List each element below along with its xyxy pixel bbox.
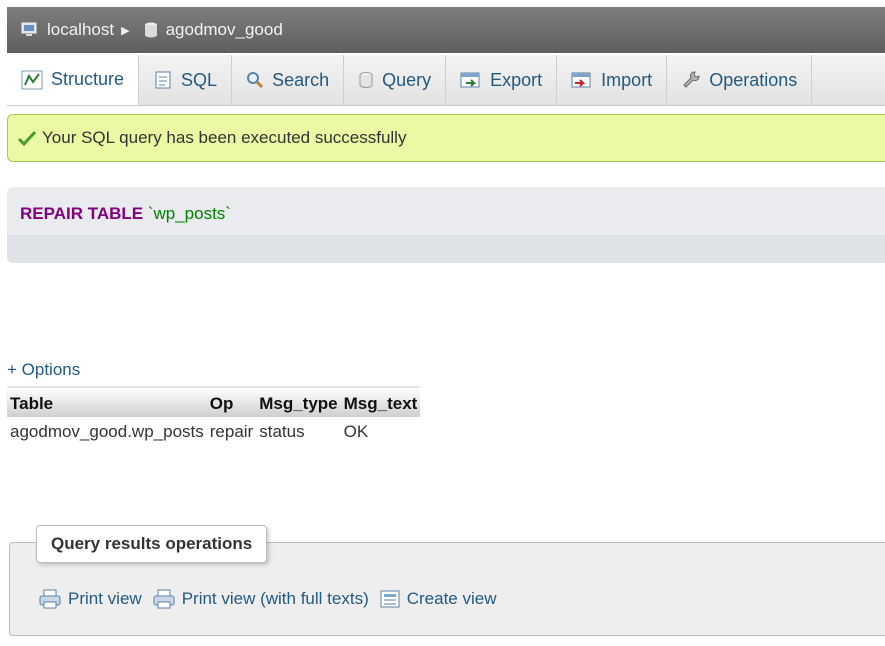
sql-query-box: REPAIR TABLE `wp_posts` (7, 187, 885, 263)
printer-icon (38, 588, 62, 610)
structure-icon (21, 70, 43, 90)
tab-sql-label: SQL (181, 69, 218, 90)
cell-msg-type: status (259, 422, 305, 441)
query-results-actions: Print view Print view (with full texts) … (38, 588, 507, 610)
column-header-table[interactable]: Table (7, 386, 207, 417)
tab-structure-label: Structure (51, 69, 125, 89)
column-header-msg-text[interactable]: Msg_text (340, 386, 421, 417)
tab-import[interactable]: Import (557, 55, 668, 105)
create-view-icon (379, 589, 401, 609)
tab-import-label: Import (601, 69, 653, 90)
create-view-label: Create view (406, 589, 497, 608)
print-view-label: Print view (68, 589, 142, 608)
wrench-icon (681, 70, 701, 90)
breadcrumb-server[interactable]: localhost ▶ (21, 20, 130, 40)
print-view-full-texts-label: Print view (with full texts) (181, 589, 369, 608)
query-icon (358, 71, 374, 89)
checkmark-icon (18, 130, 36, 146)
cell-msg-text: OK (343, 422, 369, 441)
tab-search[interactable]: Search (232, 55, 345, 105)
tab-search-label: Search (272, 69, 330, 90)
tab-query[interactable]: Query (344, 55, 447, 105)
tab-structure[interactable]: Structure (7, 55, 140, 105)
sql-icon (153, 70, 173, 90)
server-icon (21, 22, 39, 38)
breadcrumb-separator-icon: ▶ (121, 24, 130, 37)
print-view-link[interactable]: Print view (38, 588, 142, 610)
breadcrumb: localhost ▶ agodmov_good (7, 7, 885, 53)
results-header-row: Table Op Msg_type Msg_text (7, 386, 421, 417)
search-icon (246, 71, 264, 89)
column-header-op[interactable]: Op (206, 386, 257, 417)
cell-table: agodmov_good.wp_posts (10, 422, 204, 441)
sql-query-text: REPAIR TABLE `wp_posts` (20, 204, 231, 224)
tab-export[interactable]: Export (446, 55, 558, 105)
results-table: Table Op Msg_type Msg_text agodmov_good.… (7, 386, 421, 447)
sql-table-name: `wp_posts` (147, 204, 231, 223)
tab-sql[interactable]: SQL (139, 55, 233, 105)
import-icon (571, 71, 593, 89)
tab-query-label: Query (382, 69, 432, 90)
breadcrumb-database-label: agodmov_good (165, 20, 283, 39)
main-tabs: Structure SQL Search Query Export Import (7, 55, 885, 106)
success-message: Your SQL query has been executed success… (7, 114, 885, 162)
database-icon (144, 22, 158, 38)
print-view-full-texts-link[interactable]: Print view (with full texts) (152, 588, 369, 610)
breadcrumb-server-label: localhost (47, 20, 115, 39)
query-results-operations-legend: Query results operations (36, 525, 268, 563)
breadcrumb-database[interactable]: agodmov_good (144, 20, 283, 40)
create-view-link[interactable]: Create view (379, 589, 497, 609)
export-icon (460, 71, 482, 89)
sql-keyword: REPAIR TABLE (20, 204, 144, 223)
options-link[interactable]: + Options (7, 360, 80, 380)
printer-icon (152, 588, 176, 610)
tab-operations[interactable]: Operations (667, 55, 813, 105)
column-header-msg-type[interactable]: Msg_type (256, 386, 341, 417)
table-row: agodmov_good.wp_posts repair status OK (7, 417, 420, 447)
cell-op: repair (209, 422, 254, 441)
sql-query-footer (7, 235, 885, 263)
tab-operations-label: Operations (709, 69, 798, 90)
success-message-text: Your SQL query has been executed success… (42, 128, 407, 147)
tab-export-label: Export (490, 69, 543, 90)
